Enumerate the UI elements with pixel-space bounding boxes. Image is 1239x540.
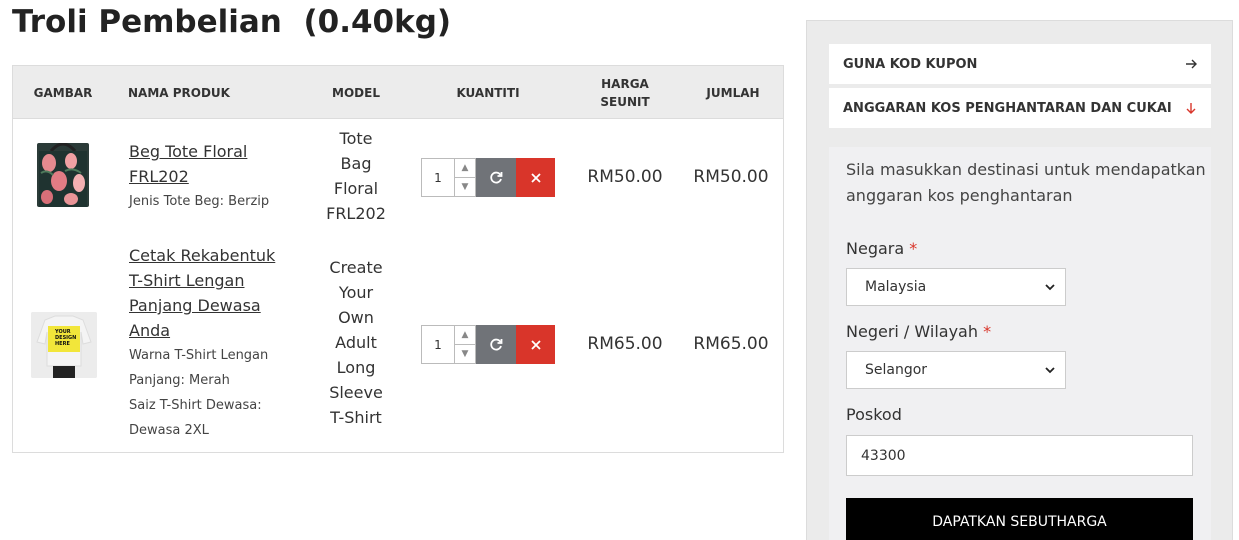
header-unit-price-line1: HARGA — [601, 76, 649, 91]
product-name-line: Panjang Dewasa — [129, 296, 261, 315]
model-line: Your — [338, 283, 374, 302]
shipping-accordion[interactable]: ANGGARAN KOS PENGHANTARAN DAN CUKAI — [829, 88, 1211, 128]
product-option: Jenis Tote Beg: Berzip — [129, 194, 270, 209]
cart-table: GAMBAR NAMA PRODUK MODEL KUANTITI HARGA … — [12, 65, 784, 453]
product-model: Create Your Own Adult Long Sleeve T-Shir… — [313, 255, 399, 430]
model-line: Bag — [340, 154, 372, 173]
coupon-accordion-label: GUNA KOD KUPON — [843, 56, 978, 72]
table-row: Beg Tote Floral FRL202 Jenis Tote Beg: B… — [13, 119, 783, 237]
product-model: Tote Bag Floral FRL202 — [313, 126, 399, 226]
thumb-design-text: YOUR DESIGN HERE — [55, 329, 76, 347]
product-name-line: T-Shirt Lengan — [129, 271, 245, 290]
shipping-form: Sila masukkan destinasi untuk mendapatka… — [829, 147, 1211, 540]
product-name-line: FRL202 — [129, 167, 189, 186]
remove-button[interactable] — [516, 325, 555, 364]
get-quote-button[interactable]: DAPATKAN SEBUTHARGA — [846, 498, 1193, 540]
page-title: Troli Pembelian (0.40kg) — [12, 4, 452, 40]
region-label-text: Negeri / Wilayah — [846, 322, 978, 341]
arrow-down-icon — [1186, 103, 1196, 114]
chevron-down-icon — [1045, 284, 1055, 291]
thumb-text-line: HERE — [55, 341, 70, 347]
required-mark: * — [909, 239, 918, 258]
product-name-line: Beg Tote Floral — [129, 142, 248, 161]
header-quantity: KUANTITI — [456, 85, 520, 100]
required-mark: * — [983, 322, 992, 341]
unit-price: RM65.00 — [587, 334, 663, 354]
remove-button[interactable] — [516, 158, 555, 197]
postcode-input[interactable]: 43300 — [846, 435, 1193, 476]
model-line: FRL202 — [326, 204, 386, 223]
postcode-label: Poskod — [846, 405, 902, 424]
header-total: JUMLAH — [706, 85, 760, 100]
product-option-line: Dewasa 2XL — [129, 423, 209, 438]
model-line: Long — [336, 358, 376, 377]
chevron-up-icon[interactable]: ▲ — [455, 326, 475, 344]
shipping-help-text: Sila masukkan destinasi untuk mendapatka… — [846, 160, 1206, 205]
country-select-value: Malaysia — [865, 279, 927, 295]
chevron-down-icon — [1045, 367, 1055, 374]
shipping-accordion-label: ANGGARAN KOS PENGHANTARAN DAN CUKAI — [843, 100, 1172, 116]
coupon-accordion[interactable]: GUNA KOD KUPON — [829, 44, 1211, 84]
quantity-control: 1 ▲ ▼ — [421, 325, 555, 364]
model-line: Sleeve — [329, 383, 383, 402]
table-row: YOUR DESIGN HERE Cetak Rekabentuk T-Shir… — [13, 237, 783, 453]
country-select[interactable]: Malaysia — [846, 268, 1066, 306]
product-link[interactable]: Beg Tote Floral FRL202 — [129, 139, 247, 189]
unit-price: RM50.00 — [587, 167, 663, 187]
country-label-text: Negara — [846, 239, 905, 258]
header-unit-price-line2: SEUNIT — [600, 94, 650, 109]
model-line: Floral — [333, 179, 379, 198]
refresh-icon — [490, 171, 503, 183]
refresh-icon — [490, 338, 503, 350]
quantity-input[interactable]: 1 — [421, 325, 454, 364]
chevron-up-icon[interactable]: ▲ — [455, 159, 475, 177]
model-line: Own — [338, 308, 374, 327]
product-name-line: Anda — [129, 321, 171, 340]
country-label: Negara * — [846, 239, 917, 258]
quantity-stepper: ▲ ▼ — [454, 325, 476, 364]
quantity-stepper: ▲ ▼ — [454, 158, 476, 197]
header-model: MODEL — [332, 85, 380, 100]
header-unit-price: HARGA SEUNIT — [585, 66, 665, 119]
product-option-line: Panjang: Merah — [129, 373, 230, 388]
header-image: GAMBAR — [33, 85, 93, 100]
model-line: Adult — [335, 333, 377, 352]
table-header: GAMBAR NAMA PRODUK MODEL KUANTITI HARGA … — [13, 66, 783, 119]
model-line: T-Shirt — [330, 408, 382, 427]
product-image-tshirt[interactable]: YOUR DESIGN HERE — [31, 312, 97, 378]
arrow-right-icon — [1186, 59, 1197, 69]
model-line: Tote — [339, 129, 373, 148]
update-button[interactable] — [476, 325, 516, 364]
product-image-tote-bag[interactable] — [37, 143, 89, 207]
quantity-control: 1 ▲ ▼ — [421, 158, 555, 197]
chevron-down-icon[interactable]: ▼ — [455, 177, 475, 196]
region-label: Negeri / Wilayah * — [846, 322, 991, 341]
line-total: RM65.00 — [693, 334, 769, 354]
close-icon — [530, 339, 541, 350]
product-name-line: Cetak Rekabentuk — [129, 246, 276, 265]
chevron-down-icon[interactable]: ▼ — [455, 344, 475, 363]
product-option-line: Saiz T-Shirt Dewasa: — [129, 398, 262, 413]
header-name: NAMA PRODUK — [128, 85, 230, 100]
close-icon — [530, 172, 541, 183]
region-select[interactable]: Selangor — [846, 351, 1066, 389]
update-button[interactable] — [476, 158, 516, 197]
shipping-panel: GUNA KOD KUPON ANGGARAN KOS PENGHANTARAN… — [806, 20, 1233, 540]
model-line: Create — [329, 258, 383, 277]
region-select-value: Selangor — [865, 362, 928, 378]
quantity-input[interactable]: 1 — [421, 158, 454, 197]
product-link[interactable]: Cetak Rekabentuk T-Shirt Lengan Panjang … — [129, 243, 275, 343]
line-total: RM50.00 — [693, 167, 769, 187]
product-option-line: Warna T-Shirt Lengan — [129, 348, 269, 363]
product-options: Warna T-Shirt Lengan Panjang: Merah Saiz… — [129, 343, 268, 443]
